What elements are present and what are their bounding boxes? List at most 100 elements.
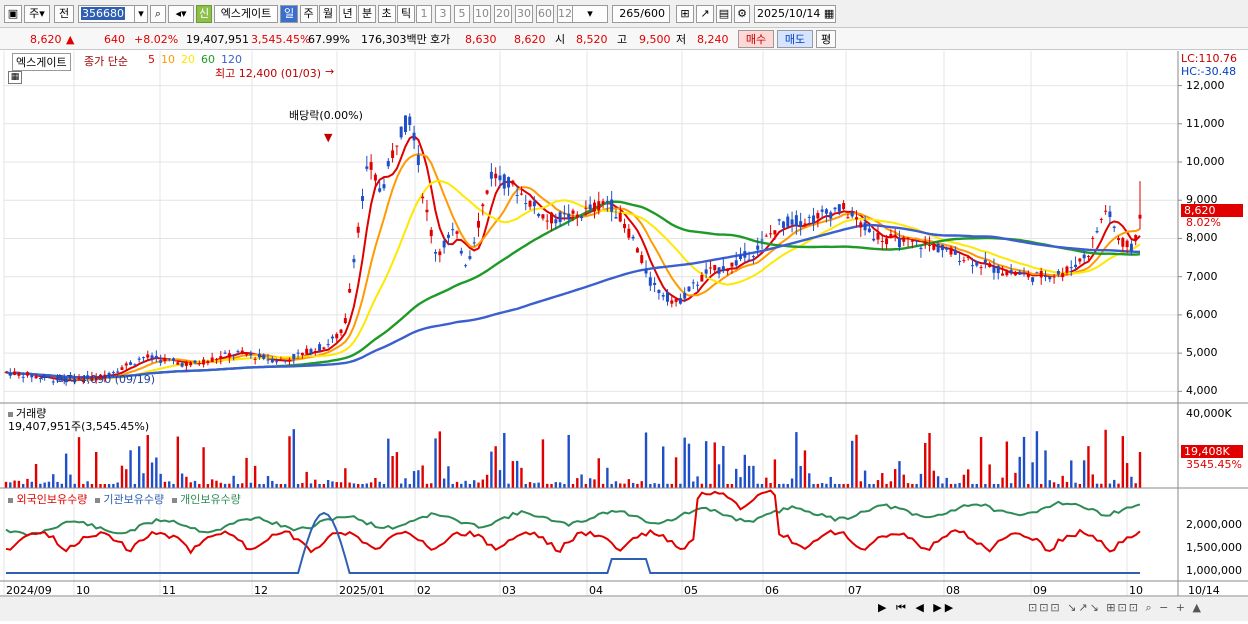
period-tab-6[interactable]: 틱 — [397, 5, 415, 23]
speaker-icon[interactable]: ◂▾ — [168, 5, 194, 23]
volume-bar — [812, 483, 815, 488]
interval-button-10[interactable]: 10 — [473, 5, 491, 23]
hc-value: HC:-30.48 — [1181, 65, 1237, 78]
candle — [180, 363, 184, 367]
candle — [51, 381, 55, 383]
volume-bar — [743, 454, 747, 488]
interval-button-3[interactable]: 3 — [435, 5, 451, 23]
date-input[interactable]: 2025/10/14 ▦ — [754, 5, 836, 23]
candle — [356, 226, 360, 233]
period-tab-0[interactable]: 일 — [280, 5, 298, 23]
period-tab-4[interactable]: 분 — [358, 5, 376, 23]
volume-bar — [795, 432, 798, 488]
period-tab-1[interactable]: 주 — [299, 5, 318, 23]
candle — [502, 174, 506, 189]
volume-bar — [284, 483, 287, 488]
interval-button-20[interactable]: 20 — [494, 5, 512, 23]
draw-icon[interactable]: ↗ — [696, 5, 714, 23]
volume-bar — [52, 474, 55, 488]
volume-bar — [842, 483, 845, 488]
market-select[interactable]: 주▾ — [24, 5, 50, 23]
stock-chart[interactable]: → ▼ ← — [0, 51, 1248, 621]
sell-button[interactable]: 매도 — [777, 30, 813, 48]
stock-name: 엑스게이트 — [214, 5, 278, 23]
volume-bar — [361, 483, 364, 488]
gear-icon[interactable]: ⚙ — [734, 5, 750, 23]
volume-bar — [357, 484, 360, 488]
volume-bar — [627, 479, 631, 488]
volume-bar — [915, 483, 918, 488]
volume-bar — [331, 481, 334, 488]
chart-tool-icon[interactable]: ⊞ — [676, 5, 694, 23]
candle — [129, 362, 133, 365]
save-icon[interactable]: ▤ — [716, 5, 732, 23]
candle — [653, 282, 657, 286]
eval-button[interactable]: 평 — [816, 30, 836, 48]
ma-legend-60: 60 — [201, 53, 215, 66]
candle — [1022, 272, 1026, 274]
volume-bar — [782, 483, 785, 488]
type-button[interactable]: 전 — [54, 5, 74, 23]
candle — [666, 292, 669, 302]
candle — [605, 200, 609, 202]
count-input[interactable]: 265/600 — [612, 5, 670, 23]
volume-bar — [593, 479, 596, 488]
interval-button-30[interactable]: 30 — [515, 5, 533, 23]
candle — [219, 356, 223, 360]
volume-bar — [511, 461, 515, 488]
date-label-3: 12 — [254, 584, 268, 597]
candle — [970, 265, 974, 267]
volume-bar — [1031, 462, 1034, 488]
volume-bar — [683, 437, 686, 488]
price-tick-6: 6,000 — [1186, 307, 1218, 321]
candle — [1112, 226, 1116, 228]
buy-button[interactable]: 매수 — [738, 30, 774, 48]
candle — [446, 234, 450, 238]
scroll-controls[interactable]: ▶ ⏮ ◀ ▶▶ — [878, 601, 956, 615]
date-label-7: 04 — [589, 584, 603, 597]
candle — [309, 349, 313, 355]
candle — [1018, 271, 1022, 275]
candle — [1104, 210, 1108, 212]
interval-button-60[interactable]: 60 — [536, 5, 554, 23]
candle — [683, 292, 687, 299]
candle — [640, 255, 644, 263]
date-label-1: 10 — [76, 584, 90, 597]
candle — [339, 329, 343, 334]
volume-bar — [99, 483, 102, 488]
code-dropdown-icon[interactable]: ▾ — [134, 5, 148, 23]
candle — [1095, 231, 1099, 233]
volume-current-tag: 19,408K — [1181, 445, 1243, 458]
volume-bar — [765, 477, 768, 488]
volume-bar — [490, 451, 493, 488]
period-tab-2[interactable]: 월 — [319, 5, 337, 23]
interval-select[interactable]: ▾ — [572, 5, 608, 23]
table-icon[interactable]: ▦ — [8, 71, 22, 84]
period-tab-3[interactable]: 년 — [338, 5, 357, 23]
volume-value: 19,407,951 — [186, 33, 249, 46]
layout-icon[interactable]: ▣ — [4, 5, 22, 23]
volume-bar — [245, 457, 248, 488]
current-rate-tag: 8.02% — [1186, 216, 1221, 229]
interval-button-1[interactable]: 1 — [416, 5, 432, 23]
candle — [1035, 272, 1039, 274]
volume-bar — [468, 483, 472, 488]
volume-bar — [515, 460, 519, 488]
high-label: 고 — [617, 33, 628, 46]
volume-bar — [1074, 482, 1077, 488]
interval-button-5[interactable]: 5 — [454, 5, 470, 23]
volume-bar — [112, 483, 115, 488]
volume-bar — [206, 483, 210, 488]
volume-bar — [876, 480, 880, 488]
volume-bar — [584, 483, 588, 488]
quote-ask: 8,630 — [465, 33, 497, 46]
volume-bar — [185, 476, 188, 488]
search-icon[interactable]: ⌕ — [150, 5, 166, 23]
volume-bar — [631, 482, 635, 488]
zoom-controls[interactable]: ⊡⊡⊡ ↘↗↘ ⊞⊡⊡ ⌕ − + ▲ — [1028, 601, 1203, 615]
volume-bar — [898, 461, 901, 488]
volume-bar — [1082, 460, 1086, 488]
volume-bar — [348, 482, 351, 488]
period-tab-5[interactable]: 초 — [377, 5, 396, 23]
candle — [193, 360, 197, 363]
